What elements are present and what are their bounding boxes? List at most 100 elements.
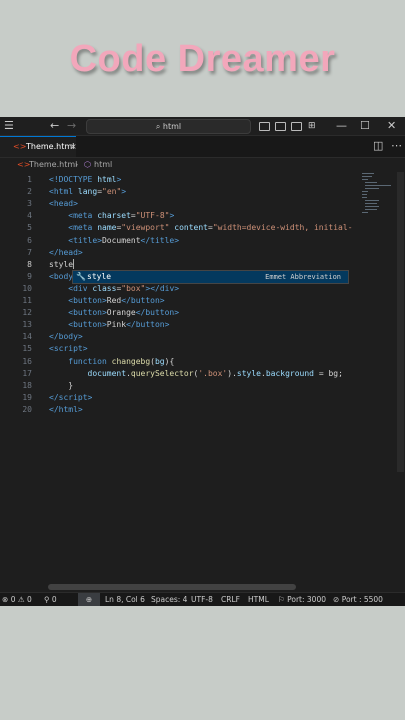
minimize-icon[interactable]: —	[336, 117, 347, 135]
line-content: <head>	[49, 199, 78, 209]
line-number: 2	[27, 187, 32, 197]
suggestion-widget[interactable]: 🔧 style Emmet Abbreviation	[72, 270, 349, 284]
line-number: 20	[22, 404, 32, 414]
code-editor[interactable]: 1 <!DOCTYPE html> 2 <html lang="en"> 3 <head>…	[0, 172, 405, 582]
warning-icon: ⚠	[17, 595, 25, 604]
toggle-secondary-sidebar-icon[interactable]	[291, 122, 302, 131]
indentation[interactable]: Spaces: 4	[151, 593, 187, 606]
port2-label: Port : 5500	[341, 595, 383, 604]
line-content: </html>	[49, 404, 83, 414]
error-count: 0	[10, 595, 16, 604]
zoom-icon[interactable]: ⊕	[78, 593, 100, 606]
tab-theme-html[interactable]: <> Theme.html ×	[0, 136, 77, 157]
code-line[interactable]: 5 <meta name="viewport" content="width=d…	[0, 222, 360, 234]
breadcrumb: <> Theme.html › ⬡ html	[0, 158, 405, 172]
line-content: style	[49, 259, 75, 270]
line-number: 8	[27, 259, 32, 269]
line-number: 4	[27, 211, 32, 221]
tab-bar: <> Theme.html × ◫ ⋯	[0, 136, 405, 158]
language-mode[interactable]: HTML	[248, 593, 269, 606]
ports-count: 0	[51, 595, 57, 604]
breadcrumb-separator: ›	[75, 160, 79, 169]
line-content: <script>	[49, 344, 88, 354]
live-server-port-2[interactable]: ⊘ Port : 5500	[333, 593, 383, 606]
element-icon: ⬡	[84, 160, 91, 169]
code-line[interactable]: 19 </script>	[0, 392, 360, 404]
line-content: <body	[49, 271, 74, 281]
live-server-port-1[interactable]: ⚐ Port: 3000	[278, 593, 326, 606]
line-number: 12	[22, 308, 32, 318]
forward-arrow-icon[interactable]: →	[67, 117, 76, 135]
code-line[interactable]: 7 </head>	[0, 247, 360, 259]
vertical-scrollbar[interactable]	[397, 172, 404, 472]
code-line[interactable]: 15 <script>	[0, 343, 360, 355]
radio-tower-icon: ⚐	[278, 595, 285, 604]
line-number: 14	[22, 332, 32, 342]
line-content: <button>Red</button>	[68, 296, 165, 305]
line-number: 7	[27, 247, 32, 257]
code-line[interactable]: 3 <head>	[0, 198, 360, 210]
customize-layout-icon[interactable]: ⊞	[308, 117, 316, 135]
code-line[interactable]: 1 <!DOCTYPE html>	[0, 174, 360, 186]
code-line[interactable]: 2 <html lang="en">	[0, 186, 360, 198]
status-bar: ⊗ 0 ⚠ 0 ⚲ 0 ⊕ Ln 8, Col 6 Spaces: 4 UTF-…	[0, 592, 405, 606]
code-line[interactable]: 14 </body>	[0, 331, 360, 343]
hamburger-menu-icon[interactable]: ☰	[4, 117, 14, 135]
split-editor-icon[interactable]: ◫	[373, 137, 383, 155]
code-line[interactable]: 17 document.querySelector('.box').style.…	[0, 368, 360, 380]
code-line[interactable]: 18 }	[0, 380, 360, 392]
line-number: 9	[27, 271, 32, 281]
encoding[interactable]: UTF-8	[191, 593, 213, 606]
no-entry-icon: ⊘	[333, 595, 340, 604]
cursor-position[interactable]: Ln 8, Col 6	[105, 593, 145, 606]
code-line[interactable]: 4 <meta charset="UTF-8">	[0, 210, 360, 222]
code-line[interactable]: 6 <title>Document</title>	[0, 235, 360, 247]
line-content: }	[68, 380, 74, 390]
line-content: <title>Document</title>	[68, 235, 180, 245]
ports-icon: ⚲	[44, 595, 50, 604]
code-line[interactable]: 8 style	[0, 259, 360, 271]
error-icon: ⊗	[2, 595, 9, 604]
command-center-search[interactable]: ⌕ html	[86, 119, 251, 134]
port1-label: Port: 3000	[287, 595, 326, 604]
title-bar: ☰ ← → ⌕ html ⊞ — ☐ ✕	[0, 117, 405, 136]
line-content: document.querySelector('.box').style.bac…	[87, 368, 343, 378]
line-content: </head>	[49, 247, 83, 257]
code-line[interactable]: 10 <div class="box"></div>	[0, 283, 360, 295]
code-line[interactable]: 11 <button>Red</button>	[0, 295, 360, 307]
maximize-icon[interactable]: ☐	[360, 117, 370, 135]
more-actions-icon[interactable]: ⋯	[391, 137, 402, 155]
line-content: </body>	[49, 332, 83, 342]
line-content: <div class="box"></div>	[68, 283, 180, 293]
code-line[interactable]: 13 <button>Pink</button>	[0, 319, 360, 331]
line-number: 6	[27, 235, 32, 245]
breadcrumb-element[interactable]: html	[94, 158, 112, 172]
line-content: <button>Pink</button>	[68, 320, 170, 330]
line-endings[interactable]: CRLF	[221, 593, 240, 606]
ports-indicator[interactable]: ⚲ 0	[44, 593, 57, 606]
problems-indicator[interactable]: ⊗ 0 ⚠ 0	[2, 593, 32, 606]
code-line[interactable]: 20 </html>	[0, 404, 360, 416]
vscode-window: ☰ ← → ⌕ html ⊞ — ☐ ✕ <> Theme.html × ◫ ⋯…	[0, 117, 405, 606]
tab-label: Theme.html	[26, 142, 75, 151]
horizontal-scrollbar[interactable]	[48, 584, 296, 590]
line-content: <html lang="en">	[49, 187, 127, 197]
back-arrow-icon[interactable]: ←	[50, 117, 59, 135]
close-icon[interactable]: ✕	[387, 117, 396, 135]
line-content: <meta charset="UTF-8">	[68, 211, 175, 221]
minimap[interactable]	[358, 173, 392, 233]
line-content: <button>Orange</button>	[68, 308, 180, 318]
line-number: 15	[22, 344, 32, 354]
suggestion-label: style	[87, 272, 112, 281]
banner: Code Dreamer	[0, 0, 405, 117]
code-line[interactable]: 16 function changebg(bg){	[0, 356, 360, 368]
toggle-panel-icon[interactable]	[275, 122, 286, 131]
code-line[interactable]: 12 <button>Orange</button>	[0, 307, 360, 319]
tab-close-icon[interactable]: ×	[70, 137, 77, 157]
banner-title: Code Dreamer	[69, 38, 336, 80]
breadcrumb-file[interactable]: Theme.html	[29, 158, 77, 172]
warning-count: 0	[26, 595, 32, 604]
line-number: 18	[22, 380, 32, 390]
line-number: 10	[22, 283, 32, 293]
toggle-sidebar-icon[interactable]	[259, 122, 270, 131]
